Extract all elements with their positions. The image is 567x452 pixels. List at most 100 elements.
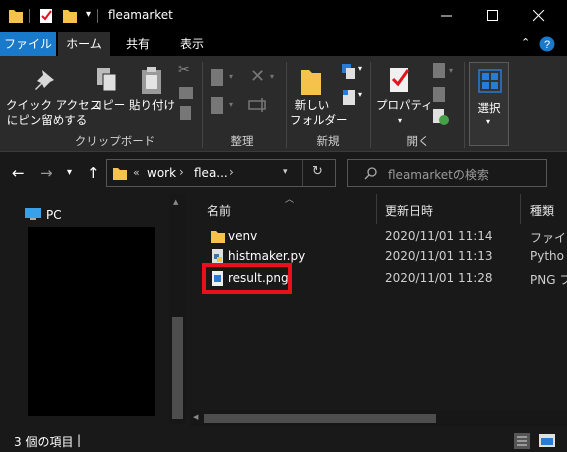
new-folder-icon[interactable] [62, 7, 78, 25]
address-bar[interactable]: « work › flea... › ▾ ↻ [106, 159, 336, 187]
breadcrumb-fleamarket[interactable]: flea... [194, 166, 228, 180]
folder-icon [113, 168, 127, 180]
sort-chevron-up-icon: ︿ [285, 195, 295, 205]
status-divider: | [77, 433, 82, 447]
search-box[interactable]: fleamarketの検索 [347, 159, 547, 187]
properties-icon [390, 68, 410, 92]
help-icon[interactable]: ? [539, 36, 555, 52]
close-icon [533, 10, 545, 22]
address-dropdown-chevron-down-icon[interactable]: ▾ [283, 167, 288, 177]
copy-path-icon[interactable] [178, 86, 194, 100]
select-dropdown-icon: ▾ [486, 117, 491, 126]
file-type: PNG フ [530, 273, 567, 287]
select-grid-icon [478, 69, 502, 93]
svg-text:?: ? [544, 39, 550, 51]
refresh-icon[interactable]: ↻ [312, 164, 323, 179]
file-date: 2020/11/01 11:14 [385, 229, 493, 243]
move-to-dropdown-icon[interactable]: ▾ [229, 72, 233, 81]
copy-to-dropdown-icon[interactable]: ▾ [229, 100, 233, 109]
tab-home[interactable]: ホーム [58, 32, 110, 56]
easy-access-icon[interactable] [341, 88, 357, 108]
column-divider[interactable] [376, 194, 377, 224]
file-list: ︿ 名前 更新日時 種類 venv 2020/11/01 11:14 ファイル … [190, 194, 567, 428]
maximize-icon [487, 10, 498, 21]
new-folder-icon [301, 70, 321, 95]
tab-file[interactable]: ファイル [0, 32, 56, 56]
search-icon [364, 167, 377, 180]
properties-button[interactable]: プロパティ [376, 98, 433, 113]
nav-scrollbar[interactable]: ▲ [169, 194, 186, 424]
search-input[interactable]: fleamarketの検索 [388, 166, 489, 183]
up-arrow-icon[interactable]: ↑ [87, 164, 100, 182]
cut-icon[interactable]: ✂ [178, 62, 190, 78]
ribbon-tabs: ファイル ホーム 共有 表示 ⌃ ? [0, 32, 567, 56]
minimize-button[interactable] [424, 0, 470, 32]
group-label-new: 新規 [316, 134, 340, 148]
table-row[interactable]: venv 2020/11/01 11:14 ファイル [190, 226, 567, 248]
qa-divider [29, 9, 30, 23]
tab-view[interactable]: 表示 [166, 32, 218, 56]
paste-shortcut-icon[interactable] [178, 106, 194, 120]
open-icon[interactable] [432, 62, 448, 80]
new-item-icon[interactable] [340, 62, 358, 82]
minimize-icon [441, 15, 452, 17]
group-divider [286, 62, 287, 148]
new-folder-label-1: 新しい [294, 98, 330, 112]
maximize-button[interactable] [470, 0, 516, 32]
select-label: 選択 [477, 101, 501, 115]
column-header-date[interactable]: 更新日時 [385, 202, 433, 219]
recent-locations-chevron-down-icon[interactable]: ▾ [67, 167, 72, 178]
status-bar: 3 個の項目 | [0, 428, 567, 452]
open-dropdown-icon[interactable]: ▾ [449, 66, 453, 75]
close-button[interactable] [516, 0, 562, 32]
paste-icon [142, 67, 161, 94]
scroll-up-icon[interactable]: ▲ [173, 198, 178, 206]
delete-icon[interactable]: ✕ [250, 66, 265, 87]
rename-icon[interactable] [248, 98, 270, 112]
column-header-type[interactable]: 種類 [530, 202, 554, 219]
ribbon-collapse-chevron-icon[interactable]: ⌃ [521, 36, 530, 49]
window-title: fleamarket [108, 8, 173, 22]
copy-to-icon[interactable] [210, 96, 226, 116]
column-divider[interactable] [520, 194, 521, 224]
copy-button[interactable]: コピー [88, 98, 128, 113]
details-view-icon[interactable] [514, 433, 530, 449]
redacted-area [28, 227, 155, 416]
select-button[interactable]: 選択 ▾ [469, 62, 509, 146]
nav-item-pc[interactable]: PC [46, 208, 62, 222]
properties-check-icon[interactable] [38, 7, 54, 25]
item-count: 3 個の項目 [14, 435, 74, 449]
pin-label-2: にピン留めする [6, 113, 88, 127]
properties-dropdown-icon[interactable]: ▾ [398, 116, 402, 125]
pin-label-1: クイック アクセス [6, 98, 102, 112]
large-icons-view-icon[interactable] [538, 433, 556, 449]
move-to-icon[interactable] [210, 68, 226, 88]
pin-quick-access-button[interactable]: クイック アクセス にピン留めする [6, 98, 102, 128]
easy-access-dropdown-icon[interactable]: ▾ [358, 90, 362, 99]
address-divider [302, 160, 303, 186]
pin-icon [35, 70, 54, 90]
folder-icon [211, 231, 225, 243]
breadcrumb-work[interactable]: work [147, 166, 176, 180]
column-header-name[interactable]: 名前 [207, 202, 231, 219]
scroll-left-icon[interactable]: ◀ [193, 413, 198, 421]
new-item-dropdown-icon[interactable]: ▾ [358, 64, 362, 73]
edit-icon[interactable] [432, 86, 448, 104]
delete-dropdown-icon[interactable]: ▾ [270, 72, 274, 81]
horizontal-scrollbar[interactable]: ◀ [190, 410, 567, 427]
customize-qa-dropdown[interactable]: ▾ [86, 9, 91, 20]
horizontal-scrollbar-thumb[interactable] [204, 414, 436, 423]
group-label-open: 開く [406, 134, 430, 148]
breadcrumb-separator: › [229, 165, 234, 179]
new-folder-button[interactable]: 新しい フォルダー [290, 98, 348, 128]
forward-arrow-icon[interactable]: → [40, 164, 53, 182]
file-date: 2020/11/01 11:28 [385, 271, 493, 285]
group-divider [464, 62, 465, 148]
paste-button[interactable]: 貼り付け [128, 98, 176, 113]
breadcrumb-overflow[interactable]: « [133, 166, 140, 179]
folder-icon[interactable] [8, 7, 24, 25]
back-arrow-icon[interactable]: ← [12, 164, 25, 182]
tab-share[interactable]: 共有 [112, 32, 164, 56]
nav-scrollbar-thumb[interactable] [172, 317, 183, 419]
history-icon[interactable] [432, 108, 450, 126]
